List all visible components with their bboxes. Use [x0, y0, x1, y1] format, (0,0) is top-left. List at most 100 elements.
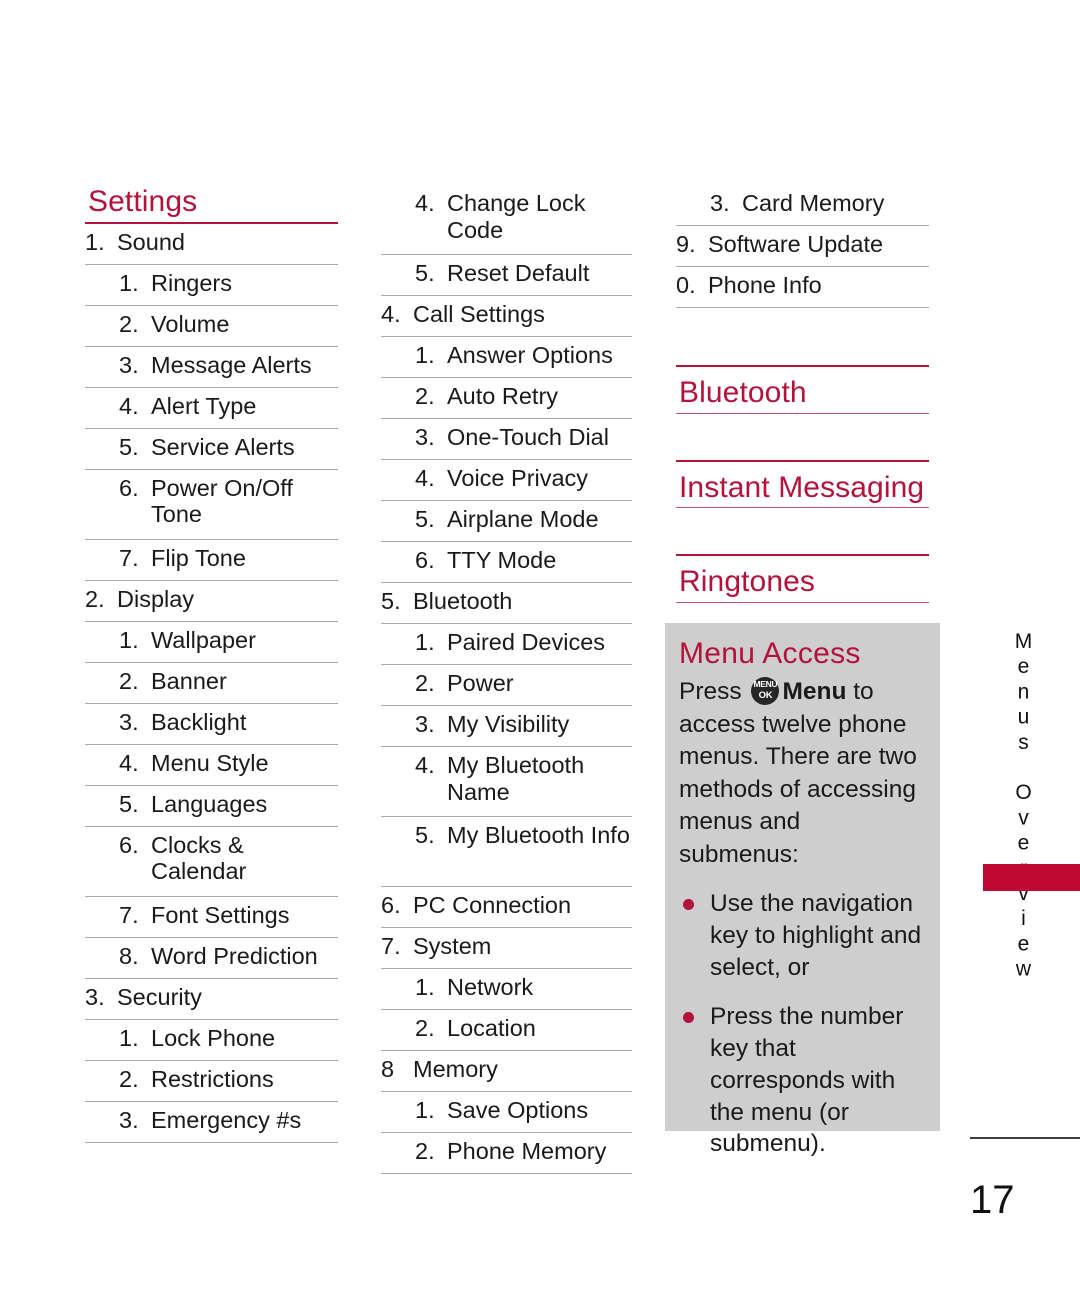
- menu-row: 1. Answer Options: [381, 337, 632, 378]
- menu-access-bullet-text: Press the number key that corresponds wi…: [710, 1003, 904, 1158]
- menu-column-1: Settings 1. Sound 1. Ringers 2. Volume 3. Messa…: [85, 185, 338, 1143]
- side-tab-marker: [983, 864, 1080, 891]
- menu-access-callout: Menu Access Press MENU OK Menu to access t…: [665, 623, 940, 1157]
- menu-row-label: Emergency #s: [151, 1106, 302, 1133]
- menu-row: 3. Emergency #s: [85, 1102, 338, 1143]
- menu-row-number: 3.: [415, 424, 435, 450]
- footer-rule: [970, 1137, 1080, 1139]
- menu-row: 2. Display: [85, 581, 338, 622]
- menu-row-label: Power On/Off Tone: [151, 474, 293, 528]
- menu-row-label: Power: [447, 670, 514, 696]
- menu-row-number: 7.: [119, 901, 139, 928]
- menu-row: 7. Flip Tone: [85, 540, 338, 581]
- menu-row-label: Alert Type: [151, 392, 257, 419]
- menu-row-label: Languages: [151, 790, 268, 817]
- menu-access-bullet: Use the navigation key to highlight and …: [679, 888, 924, 984]
- menu-row-number: 4.: [381, 301, 401, 327]
- menu-row-label: Display: [117, 585, 195, 612]
- menu-row-label: Network: [447, 974, 534, 1000]
- section-heading-bluetooth: Bluetooth: [676, 365, 929, 414]
- menu-access-text-after: to access twelve phone menus. There are …: [679, 678, 917, 868]
- menu-row-number: 3.: [415, 711, 435, 737]
- menu-list-2: 4. Change Lock Code 5. Reset Default 4. Call …: [381, 185, 632, 1174]
- menu-row: 7. System: [381, 928, 632, 969]
- menu-ok-key-icon-bottom: OK: [758, 690, 773, 701]
- menu-row: 1. Paired Devices: [381, 624, 632, 665]
- menu-row-label: Menu Style: [151, 749, 269, 776]
- menu-row-label: One-Touch Dial: [447, 424, 609, 450]
- menu-access-paragraph: Press MENU OK Menu to access twelve phone …: [679, 676, 924, 871]
- menu-row-number: 4.: [415, 190, 435, 216]
- menu-row: 2. Restrictions: [85, 1061, 338, 1102]
- menu-row-number: 1.: [415, 974, 435, 1000]
- menu-row-number: 1.: [415, 629, 435, 655]
- menu-row-number: 2.: [415, 1015, 435, 1041]
- menu-row: 4. Change Lock Code: [381, 185, 632, 255]
- menu-row: 5. Languages: [85, 786, 338, 827]
- menu-row: 2. Location: [381, 1010, 632, 1051]
- menu-row: 2. Auto Retry: [381, 378, 632, 419]
- menu-row-number: 8.: [119, 942, 139, 969]
- menu-row-label: Airplane Mode: [447, 506, 599, 532]
- menu-row: 3. Backlight: [85, 704, 338, 745]
- menu-row-number: 4.: [119, 392, 139, 419]
- menu-row: 5. Bluetooth: [381, 583, 632, 624]
- menu-row: 6. Power On/Off Tone: [85, 470, 338, 540]
- menu-row-label: PC Connection: [413, 892, 572, 918]
- menu-row-label: Card Memory: [742, 190, 885, 216]
- menu-row-label: Voice Privacy: [447, 465, 589, 491]
- menu-row-number: 1.: [119, 1024, 139, 1051]
- menu-column-3: 3. Card Memory 9. Software Update 0. Phone In…: [676, 185, 929, 603]
- menu-row-number: 8: [381, 1056, 395, 1082]
- menu-row: 2. Power: [381, 665, 632, 706]
- section-heading-ringtones: Ringtones: [676, 554, 929, 603]
- menu-row: 6. Clocks & Calendar: [85, 827, 338, 897]
- menu-row-label: Word Prediction: [151, 942, 318, 969]
- menu-row-label: Banner: [151, 667, 227, 694]
- menu-row: 0. Phone Info: [676, 267, 929, 308]
- menu-row-number: 2.: [415, 383, 435, 409]
- menu-ok-key-icon: MENU OK: [751, 677, 780, 705]
- menu-row-label: Software Update: [708, 231, 884, 257]
- menu-row: 5. Service Alerts: [85, 429, 338, 470]
- menu-row-number: 3.: [119, 708, 139, 735]
- menu-row: 3. My Visibility: [381, 706, 632, 747]
- menu-row: 1. Ringers: [85, 265, 338, 306]
- bullet-dot-icon: [683, 899, 694, 911]
- menu-row-label: Clocks & Calendar: [151, 831, 247, 885]
- menu-row: 6. TTY Mode: [381, 542, 632, 583]
- menu-row-number: 7.: [119, 544, 139, 571]
- menu-row-number: 5.: [415, 822, 435, 848]
- menu-row: 2. Phone Memory: [381, 1133, 632, 1174]
- side-tab-label: Menus Overview: [1012, 630, 1035, 983]
- menu-row-number: 5.: [415, 506, 435, 532]
- menu-row-number: 4.: [415, 465, 435, 491]
- menu-row-label: Ringers: [151, 269, 232, 296]
- menu-row-label: Wallpaper: [151, 626, 256, 653]
- menu-row-number: 2.: [85, 585, 105, 612]
- menu-row-label: Backlight: [151, 708, 247, 735]
- menu-row: 4. Alert Type: [85, 388, 338, 429]
- menu-access-bullet-text: Use the navigation key to highlight and …: [710, 890, 922, 982]
- menu-row: 2. Banner: [85, 663, 338, 704]
- menu-row: 4. Voice Privacy: [381, 460, 632, 501]
- menu-row-number: 2.: [119, 1065, 139, 1092]
- menu-row: 2. Volume: [85, 306, 338, 347]
- menu-row-number: 2.: [415, 1138, 435, 1164]
- menu-row-label: Volume: [151, 310, 230, 337]
- menu-row-label: Location: [447, 1015, 536, 1041]
- menu-row-label: Flip Tone: [151, 544, 246, 571]
- menu-row-number: 1.: [85, 228, 105, 255]
- menu-row-number: 5.: [119, 433, 139, 460]
- menu-row: 5. Airplane Mode: [381, 501, 632, 542]
- page-number: 17: [970, 1178, 1015, 1222]
- menu-row-label: Restrictions: [151, 1065, 274, 1092]
- menu-row: 1. Lock Phone: [85, 1020, 338, 1061]
- section-heading-settings: Settings: [85, 185, 338, 224]
- menu-row-number: 2.: [119, 310, 139, 337]
- menu-row-label: Auto Retry: [447, 383, 559, 409]
- section-heading-instant-messaging: Instant Messaging: [676, 459, 929, 509]
- menu-row-label: Bluetooth: [413, 588, 513, 614]
- menu-row: 1. Network: [381, 969, 632, 1010]
